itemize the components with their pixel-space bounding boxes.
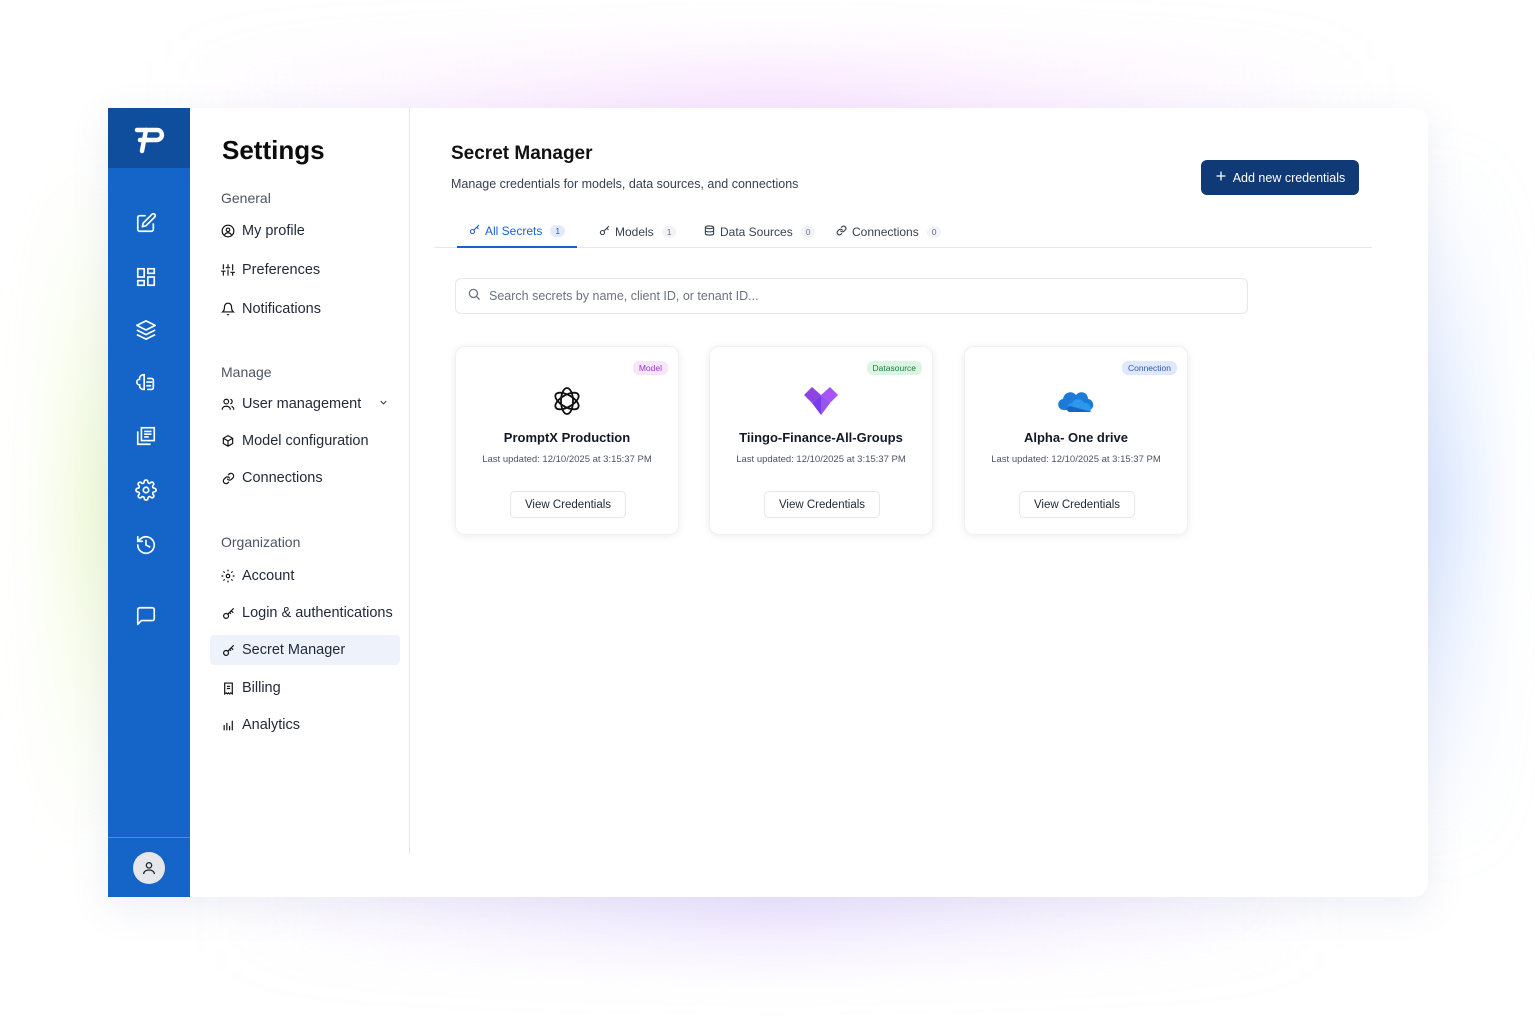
view-credentials-button[interactable]: View Credentials bbox=[510, 491, 626, 518]
bell-icon bbox=[221, 302, 235, 316]
tab-count: 1 bbox=[550, 225, 566, 237]
tab-all-secrets[interactable]: All Secrets 1 bbox=[457, 216, 578, 248]
onedrive-cloud-icon bbox=[965, 383, 1187, 419]
nav-item-label: Model configuration bbox=[242, 433, 369, 449]
tab-label: Connections bbox=[852, 225, 919, 239]
tab-label: Data Sources bbox=[720, 225, 793, 239]
avatar[interactable] bbox=[133, 852, 165, 884]
search-input[interactable] bbox=[489, 289, 1229, 303]
tab-models[interactable]: Models 1 bbox=[599, 216, 677, 248]
model-icon bbox=[221, 434, 235, 448]
type-badge: Connection bbox=[1121, 361, 1177, 375]
nav-item-label: Login & authentications bbox=[242, 605, 393, 621]
nav-item-label: Secret Manager bbox=[242, 642, 346, 658]
tab-label: All Secrets bbox=[485, 224, 543, 238]
tiingo-logo-icon bbox=[710, 383, 932, 419]
type-badge: Model bbox=[632, 361, 668, 375]
nav-item-billing[interactable]: Billing bbox=[210, 673, 400, 703]
key-icon bbox=[599, 225, 610, 239]
secret-card-promptx[interactable]: Model PromptX Production Last updated: 1… bbox=[455, 346, 679, 535]
add-credentials-button[interactable]: Add new credentials bbox=[1201, 160, 1359, 195]
app-window: Settings General My profile Preferences … bbox=[108, 108, 1428, 897]
nav-item-user-management[interactable]: User management bbox=[210, 389, 400, 419]
database-icon bbox=[704, 225, 715, 239]
main-content: Secret Manager Manage credentials for mo… bbox=[410, 108, 1428, 897]
nav-item-preferences[interactable]: Preferences bbox=[210, 255, 400, 285]
nav-item-account[interactable]: Account bbox=[210, 561, 400, 591]
nav-item-model-configuration[interactable]: Model configuration bbox=[210, 426, 400, 456]
key-icon bbox=[221, 606, 235, 620]
icon-rail bbox=[108, 108, 190, 897]
openai-icon bbox=[456, 383, 678, 419]
tabs: All Secrets 1 Models 1 Data Sources 0 Co… bbox=[434, 216, 1372, 248]
search-icon bbox=[467, 287, 481, 306]
nav-item-connections[interactable]: Connections bbox=[210, 463, 400, 493]
card-updated: Last updated: 12/10/2025 at 3:15:37 PM bbox=[482, 454, 652, 465]
plus-icon bbox=[1215, 170, 1227, 185]
chat-icon[interactable] bbox=[134, 604, 158, 628]
nav-item-label: Preferences bbox=[242, 262, 321, 278]
app-logo[interactable] bbox=[108, 108, 190, 168]
history-icon[interactable] bbox=[134, 533, 158, 557]
settings-title: Settings bbox=[222, 135, 325, 165]
logo-icon bbox=[134, 127, 165, 154]
nav-item-login-authentications[interactable]: Login & authentications bbox=[210, 598, 400, 628]
tab-data-sources[interactable]: Data Sources 0 bbox=[704, 216, 816, 248]
link-icon bbox=[836, 225, 847, 239]
dashboard-icon[interactable] bbox=[134, 265, 158, 289]
nav-item-label: Connections bbox=[242, 470, 323, 486]
card-updated: Last updated: 12/10/2025 at 3:15:37 PM bbox=[736, 454, 906, 465]
nav-item-label: User management bbox=[242, 396, 362, 412]
link-icon bbox=[221, 471, 235, 485]
settings-nav: Settings General My profile Preferences … bbox=[190, 108, 410, 854]
sliders-icon bbox=[221, 263, 235, 277]
tab-connections[interactable]: Connections 0 bbox=[836, 216, 942, 248]
secret-card-tiingo[interactable]: Datasource Tiingo-Finance-All-Groups Las… bbox=[709, 346, 933, 535]
card-updated: Last updated: 12/10/2025 at 3:15:37 PM bbox=[991, 454, 1161, 465]
section-general: General bbox=[221, 190, 271, 206]
brain-icon[interactable] bbox=[134, 371, 158, 395]
view-credentials-button[interactable]: View Credentials bbox=[764, 491, 880, 518]
nav-item-label: Analytics bbox=[242, 717, 301, 733]
card-name: Alpha- One drive bbox=[1023, 430, 1129, 445]
gear-icon[interactable] bbox=[134, 478, 158, 502]
chevron-down-icon[interactable] bbox=[378, 396, 389, 412]
nav-item-label: Account bbox=[242, 568, 295, 584]
gear-icon bbox=[221, 569, 235, 583]
tab-label: Models bbox=[615, 225, 654, 239]
section-organization: Organization bbox=[221, 534, 301, 550]
library-icon[interactable] bbox=[134, 424, 158, 448]
nav-item-notifications[interactable]: Notifications bbox=[210, 294, 400, 324]
card-name: Tiingo-Finance-All-Groups bbox=[739, 430, 903, 445]
tab-count: 0 bbox=[926, 226, 942, 238]
secret-card-onedrive[interactable]: Connection Alpha- One drive Last updated… bbox=[964, 346, 1188, 535]
tab-count: 1 bbox=[661, 226, 677, 238]
page-subtitle: Manage credentials for models, data sour… bbox=[451, 177, 799, 191]
view-credentials-button[interactable]: View Credentials bbox=[1019, 491, 1135, 518]
add-credentials-label: Add new credentials bbox=[1232, 170, 1346, 185]
nav-item-label: Notifications bbox=[242, 301, 321, 317]
nav-item-label: Billing bbox=[242, 680, 281, 696]
receipt-icon bbox=[221, 681, 235, 695]
nav-item-secret-manager[interactable]: Secret Manager bbox=[210, 635, 400, 665]
rail-divider bbox=[108, 837, 190, 838]
nav-item-analytics[interactable]: Analytics bbox=[210, 710, 400, 740]
user-icon bbox=[143, 862, 155, 875]
nav-item-my-profile[interactable]: My profile bbox=[210, 216, 400, 246]
layers-icon[interactable] bbox=[134, 318, 158, 342]
key-icon bbox=[221, 643, 235, 657]
type-badge: Datasource bbox=[866, 361, 922, 375]
card-name: PromptX Production bbox=[503, 430, 631, 445]
tab-count: 0 bbox=[800, 226, 816, 238]
search-bar bbox=[455, 278, 1248, 314]
bar-chart-icon bbox=[221, 718, 235, 732]
key-icon bbox=[469, 224, 480, 238]
users-icon bbox=[221, 397, 235, 411]
edit-icon[interactable] bbox=[134, 211, 158, 235]
page-title: Secret Manager bbox=[451, 143, 593, 164]
nav-item-label: My profile bbox=[242, 223, 305, 239]
section-manage: Manage bbox=[221, 364, 272, 380]
user-circle-icon bbox=[221, 224, 235, 238]
